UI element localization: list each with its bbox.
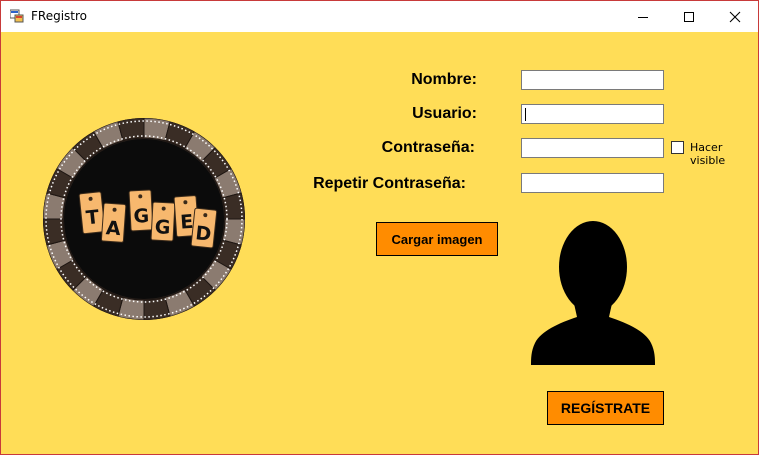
avatar-silhouette-icon xyxy=(531,221,655,365)
title-bar[interactable]: FRegistro xyxy=(1,1,758,32)
logo-letter: G xyxy=(133,205,150,228)
repetir-contrasena-input[interactable] xyxy=(521,173,664,193)
close-icon xyxy=(729,11,741,22)
tagged-logo: T A G G E D xyxy=(43,118,245,320)
logo-letter: E xyxy=(180,211,194,234)
nombre-label: Nombre: xyxy=(411,71,477,88)
close-button[interactable] xyxy=(712,1,758,32)
logo-ring-segment xyxy=(221,192,245,220)
registration-window: FRegistro T A G G E D Nombre: Usuario: C… xyxy=(0,0,759,455)
usuario-input[interactable] xyxy=(521,104,664,124)
usuario-label: Usuario: xyxy=(412,105,477,122)
logo-letter: G xyxy=(154,216,171,239)
minimize-icon xyxy=(638,16,648,18)
registrate-button[interactable]: REGÍSTRATE xyxy=(547,391,664,425)
repetir-contrasena-label: Repetir Contraseña: xyxy=(313,175,466,192)
cargar-imagen-button[interactable]: Cargar imagen xyxy=(376,222,498,256)
maximize-button[interactable] xyxy=(666,1,712,32)
contrasena-input[interactable] xyxy=(521,138,664,158)
app-icon xyxy=(10,9,24,23)
hacer-visible-label[interactable]: Hacer visible xyxy=(690,141,758,167)
minimize-button[interactable] xyxy=(620,1,666,32)
logo-letter: T xyxy=(85,206,100,229)
hacer-visible-checkbox[interactable] xyxy=(671,141,684,154)
contrasena-label: Contraseña: xyxy=(381,139,475,156)
text-caret xyxy=(525,108,526,121)
maximize-icon xyxy=(684,11,694,22)
window-title: FRegistro xyxy=(31,9,88,23)
logo-letter: A xyxy=(105,217,121,240)
nombre-input[interactable] xyxy=(521,70,664,90)
logo-ring-segment xyxy=(43,218,67,246)
logo-letter: D xyxy=(194,222,212,246)
